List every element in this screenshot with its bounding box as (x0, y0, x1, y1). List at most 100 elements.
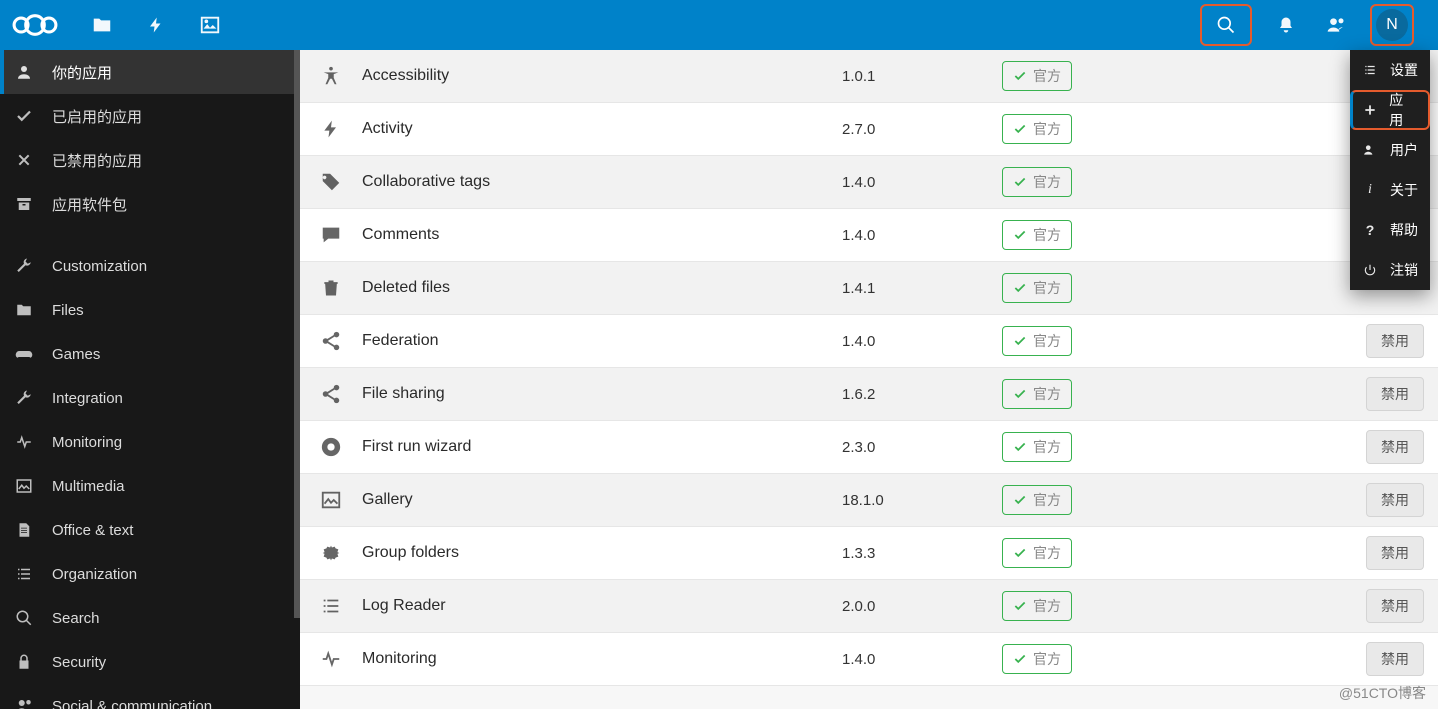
sidebar-item-files[interactable]: Files (0, 288, 300, 332)
sidebar-item-your-apps[interactable]: 你的应用 (0, 50, 300, 94)
sidebar-item-organization[interactable]: Organization (0, 552, 300, 596)
sidebar-scrollbar[interactable] (294, 50, 300, 618)
sidebar-item-search[interactable]: Search (0, 596, 300, 640)
official-badge: 官方 (1002, 591, 1072, 621)
menu-item-label: 注销 (1390, 260, 1418, 280)
pulse-icon (14, 432, 34, 452)
info-icon: i (1362, 182, 1378, 198)
help-icon: ? (1362, 222, 1378, 238)
app-row[interactable]: Monitoring1.4.0官方禁用 (300, 633, 1438, 686)
app-row[interactable]: Log Reader2.0.0官方禁用 (300, 580, 1438, 633)
sidebar-item-monitoring[interactable]: Monitoring (0, 420, 300, 464)
close-icon (14, 150, 34, 170)
files-app-icon[interactable] (90, 13, 114, 37)
app-name: Group folders (362, 544, 842, 562)
app-version: 1.6.2 (842, 386, 1002, 403)
app-name: File sharing (362, 385, 842, 403)
disable-button[interactable]: 禁用 (1366, 483, 1424, 517)
app-logo[interactable] (0, 12, 70, 38)
sidebar-item-label: Search (52, 610, 100, 627)
app-icon (318, 487, 344, 513)
app-name: Collaborative tags (362, 173, 842, 191)
sidebar-item-label: Office & text (52, 522, 133, 539)
app-row[interactable]: Deleted files1.4.1官方 (300, 262, 1438, 315)
official-badge: 官方 (1002, 167, 1072, 197)
menu-item-apps[interactable]: 应用 (1350, 90, 1430, 130)
app-row[interactable]: Accessibility1.0.1官方 (300, 50, 1438, 103)
badge-label: 官方 (1033, 225, 1061, 245)
app-version: 1.4.0 (842, 227, 1002, 244)
badge-label: 官方 (1033, 172, 1061, 192)
sidebar-item-label: 已启用的应用 (52, 106, 142, 127)
app-icon (318, 593, 344, 619)
sidebar-item-social[interactable]: Social & communication (0, 684, 300, 709)
gallery-app-icon[interactable] (198, 13, 222, 37)
app-version: 1.4.0 (842, 174, 1002, 191)
app-row[interactable]: Gallery18.1.0官方禁用 (300, 474, 1438, 527)
menu-item-users[interactable]: 用户 (1350, 130, 1430, 170)
contacts-icon[interactable] (1320, 9, 1352, 41)
menu-item-about[interactable]: i 关于 (1350, 170, 1430, 210)
sidebar-item-office[interactable]: Office & text (0, 508, 300, 552)
app-row[interactable]: Collaborative tags1.4.0 官方 (300, 156, 1438, 209)
check-icon (14, 106, 34, 126)
disable-button[interactable]: 禁用 (1366, 377, 1424, 411)
official-badge: 官方 (1002, 379, 1072, 409)
disable-button[interactable]: 禁用 (1366, 430, 1424, 464)
sidebar-item-enabled[interactable]: 已启用的应用 (0, 94, 300, 138)
disable-button[interactable]: 禁用 (1366, 536, 1424, 570)
menu-item-label: 关于 (1390, 180, 1418, 200)
official-badge: 官方 (1002, 326, 1072, 356)
app-name: Monitoring (362, 650, 842, 668)
search-button[interactable] (1200, 4, 1252, 46)
sidebar-item-label: Customization (52, 258, 147, 275)
disable-button[interactable]: 禁用 (1366, 589, 1424, 623)
user-icon (14, 62, 34, 82)
badge-label: 官方 (1033, 543, 1061, 563)
power-icon (1362, 263, 1378, 277)
notifications-icon[interactable] (1270, 9, 1302, 41)
gamepad-icon (14, 344, 34, 364)
app-row[interactable]: Activity2.7.0官方 (300, 103, 1438, 156)
badge-label: 官方 (1033, 384, 1061, 404)
official-badge: 官方 (1002, 485, 1072, 515)
sidebar-item-multimedia[interactable]: Multimedia (0, 464, 300, 508)
app-row[interactable]: File sharing1.6.2 官方 禁用 (300, 368, 1438, 421)
app-name: Gallery (362, 491, 842, 509)
sidebar-item-customization[interactable]: Customization (0, 244, 300, 288)
disable-button[interactable]: 禁用 (1366, 324, 1424, 358)
sidebar-item-integration[interactable]: Integration (0, 376, 300, 420)
wrench-icon (14, 256, 34, 276)
app-row[interactable]: First run wizard2.3.0官方禁用 (300, 421, 1438, 474)
activity-app-icon[interactable] (144, 13, 168, 37)
wrench-icon (14, 388, 34, 408)
sidebar-item-disabled[interactable]: 已禁用的应用 (0, 138, 300, 182)
user-dropdown: 设置 应用 用户 i 关于 ? 帮助 注销 (1350, 50, 1430, 290)
app-icon (318, 169, 344, 195)
list-icon (14, 564, 34, 584)
app-name: Federation (362, 332, 842, 350)
official-badge: 官方 (1002, 220, 1072, 250)
sidebar-item-label: Games (52, 346, 100, 363)
sidebar-item-bundles[interactable]: 应用软件包 (0, 182, 300, 226)
plus-icon (1362, 103, 1377, 117)
sidebar-item-label: Multimedia (52, 478, 125, 495)
menu-item-logout[interactable]: 注销 (1350, 250, 1430, 290)
badge-label: 官方 (1033, 437, 1061, 457)
sidebar-item-games[interactable]: Games (0, 332, 300, 376)
disable-button[interactable]: 禁用 (1366, 642, 1424, 676)
sidebar-item-security[interactable]: Security (0, 640, 300, 684)
lock-icon (14, 652, 34, 672)
sidebar-item-label: Monitoring (52, 434, 122, 451)
user-menu-button[interactable]: N (1370, 4, 1414, 46)
app-row[interactable]: Group folders1.3.3官方禁用 (300, 527, 1438, 580)
app-version: 1.0.1 (842, 68, 1002, 85)
avatar-initial: N (1386, 16, 1398, 34)
badge-label: 官方 (1033, 278, 1061, 298)
app-row[interactable]: Federation1.4.0官方禁用 (300, 315, 1438, 368)
menu-item-help[interactable]: ? 帮助 (1350, 210, 1430, 250)
watermark: @51CTO博客 (1339, 683, 1426, 703)
app-name: Log Reader (362, 597, 842, 615)
menu-item-settings[interactable]: 设置 (1350, 50, 1430, 90)
app-row[interactable]: Comments1.4.0官方 (300, 209, 1438, 262)
